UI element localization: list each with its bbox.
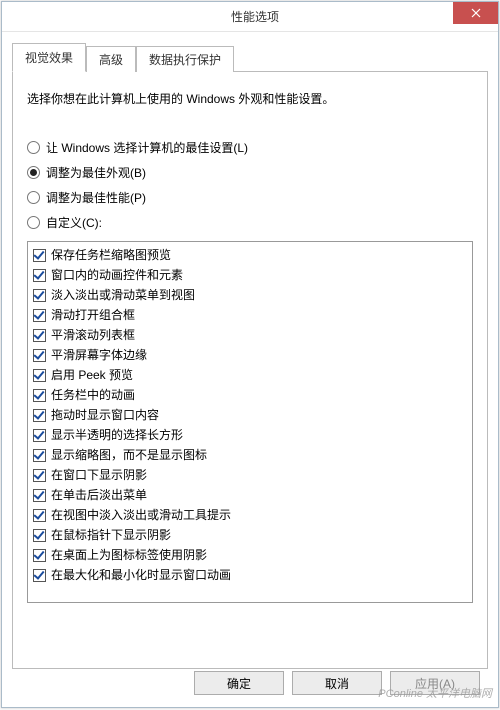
radio-option-3[interactable]: 自定义(C):	[27, 210, 473, 235]
tab-0[interactable]: 视觉效果	[12, 43, 86, 72]
radio-label: 调整为最佳性能(P)	[46, 189, 146, 206]
radio-icon	[27, 191, 40, 204]
checkbox-icon	[33, 249, 46, 262]
radio-label: 调整为最佳外观(B)	[46, 164, 146, 181]
performance-options-window: 性能选项 视觉效果高级数据执行保护 选择你想在此计算机上使用的 Windows …	[1, 1, 499, 708]
checkbox-label: 在鼠标指针下显示阴影	[51, 527, 171, 543]
checkbox-label: 在桌面上为图标标签使用阴影	[51, 547, 207, 563]
checkbox-icon	[33, 469, 46, 482]
checkbox-label: 平滑滚动列表框	[51, 327, 135, 343]
check-item-5[interactable]: 平滑屏幕字体边缘	[31, 345, 469, 365]
check-item-8[interactable]: 拖动时显示窗口内容	[31, 405, 469, 425]
radio-icon	[27, 216, 40, 229]
radio-label: 让 Windows 选择计算机的最佳设置(L)	[46, 139, 248, 156]
tab-2[interactable]: 数据执行保护	[136, 46, 234, 72]
radio-icon	[27, 166, 40, 179]
radio-icon	[27, 141, 40, 154]
radio-label: 自定义(C):	[46, 214, 102, 231]
checkbox-label: 保存任务栏缩略图预览	[51, 247, 171, 263]
checkbox-label: 显示缩略图，而不是显示图标	[51, 447, 207, 463]
settings-radio-group: 让 Windows 选择计算机的最佳设置(L) 调整为最佳外观(B) 调整为最佳性能…	[27, 135, 473, 235]
window-title: 性能选项	[57, 8, 453, 25]
cancel-button[interactable]: 取消	[292, 671, 382, 695]
check-item-2[interactable]: 淡入淡出或滑动菜单到视图	[31, 285, 469, 305]
check-item-16[interactable]: 在最大化和最小化时显示窗口动画	[31, 565, 469, 585]
check-item-0[interactable]: 保存任务栏缩略图预览	[31, 245, 469, 265]
check-item-6[interactable]: 启用 Peek 预览	[31, 365, 469, 385]
close-button[interactable]	[453, 2, 498, 24]
check-item-4[interactable]: 平滑滚动列表框	[31, 325, 469, 345]
checkbox-label: 滑动打开组合框	[51, 307, 135, 323]
checkbox-label: 显示半透明的选择长方形	[51, 427, 183, 443]
checkbox-label: 平滑屏幕字体边缘	[51, 347, 147, 363]
tab-1[interactable]: 高级	[86, 46, 136, 72]
checkbox-icon	[33, 369, 46, 382]
close-icon	[471, 8, 481, 18]
effects-checkbox-list[interactable]: 保存任务栏缩略图预览窗口内的动画控件和元素淡入淡出或滑动菜单到视图滑动打开组合框…	[27, 241, 473, 603]
visual-effects-panel: 选择你想在此计算机上使用的 Windows 外观和性能设置。 让 Windows…	[12, 71, 488, 669]
check-item-11[interactable]: 在窗口下显示阴影	[31, 465, 469, 485]
check-item-7[interactable]: 任务栏中的动画	[31, 385, 469, 405]
tab-strip: 视觉效果高级数据执行保护	[12, 43, 488, 72]
check-item-13[interactable]: 在视图中淡入淡出或滑动工具提示	[31, 505, 469, 525]
checkbox-icon	[33, 569, 46, 582]
ok-button[interactable]: 确定	[194, 671, 284, 695]
checkbox-label: 任务栏中的动画	[51, 387, 135, 403]
apply-button[interactable]: 应用(A)	[390, 671, 480, 695]
check-item-3[interactable]: 滑动打开组合框	[31, 305, 469, 325]
dialog-buttons: 确定 取消 应用(A)	[194, 671, 480, 695]
checkbox-label: 在窗口下显示阴影	[51, 467, 147, 483]
checkbox-icon	[33, 529, 46, 542]
checkbox-icon	[33, 329, 46, 342]
checkbox-icon	[33, 309, 46, 322]
checkbox-label: 窗口内的动画控件和元素	[51, 267, 183, 283]
checkbox-icon	[33, 409, 46, 422]
checkbox-icon	[33, 389, 46, 402]
checkbox-icon	[33, 489, 46, 502]
checkbox-label: 淡入淡出或滑动菜单到视图	[51, 287, 195, 303]
titlebar: 性能选项	[2, 2, 498, 32]
checkbox-icon	[33, 509, 46, 522]
checkbox-label: 拖动时显示窗口内容	[51, 407, 159, 423]
checkbox-label: 在视图中淡入淡出或滑动工具提示	[51, 507, 231, 523]
radio-option-2[interactable]: 调整为最佳性能(P)	[27, 185, 473, 210]
checkbox-icon	[33, 449, 46, 462]
check-item-12[interactable]: 在单击后淡出菜单	[31, 485, 469, 505]
check-item-14[interactable]: 在鼠标指针下显示阴影	[31, 525, 469, 545]
description-text: 选择你想在此计算机上使用的 Windows 外观和性能设置。	[27, 90, 473, 107]
checkbox-icon	[33, 289, 46, 302]
checkbox-label: 在单击后淡出菜单	[51, 487, 147, 503]
radio-option-0[interactable]: 让 Windows 选择计算机的最佳设置(L)	[27, 135, 473, 160]
dialog-body: 视觉效果高级数据执行保护 选择你想在此计算机上使用的 Windows 外观和性能…	[2, 32, 498, 707]
check-item-15[interactable]: 在桌面上为图标标签使用阴影	[31, 545, 469, 565]
check-item-10[interactable]: 显示缩略图，而不是显示图标	[31, 445, 469, 465]
checkbox-icon	[33, 269, 46, 282]
check-item-1[interactable]: 窗口内的动画控件和元素	[31, 265, 469, 285]
check-item-9[interactable]: 显示半透明的选择长方形	[31, 425, 469, 445]
checkbox-label: 在最大化和最小化时显示窗口动画	[51, 567, 231, 583]
checkbox-icon	[33, 429, 46, 442]
radio-option-1[interactable]: 调整为最佳外观(B)	[27, 160, 473, 185]
checkbox-icon	[33, 349, 46, 362]
checkbox-label: 启用 Peek 预览	[51, 367, 133, 383]
checkbox-icon	[33, 549, 46, 562]
